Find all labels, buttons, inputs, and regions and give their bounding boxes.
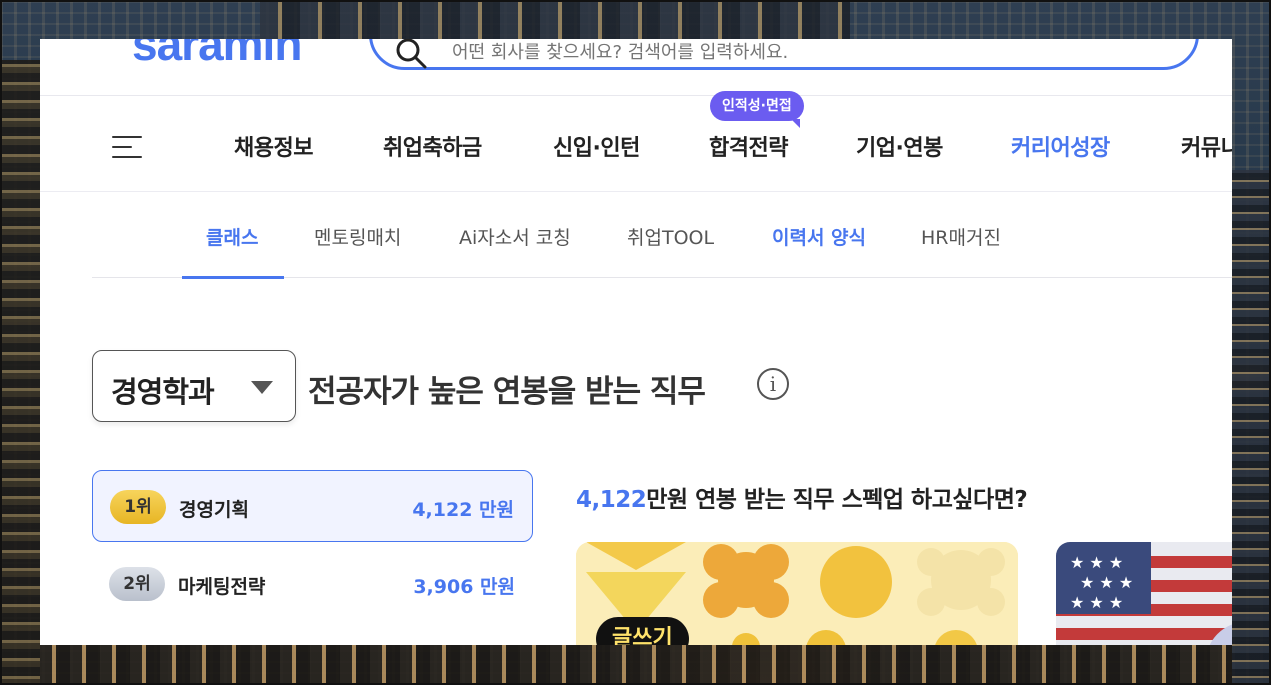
wallpaper-street-bottom xyxy=(40,645,1232,685)
wallpaper-building-top xyxy=(260,0,850,39)
chevron-down-icon xyxy=(251,381,273,394)
major-dropdown-value: 경영학과 xyxy=(111,375,215,409)
major-dropdown[interactable]: 경영학과 xyxy=(92,350,296,422)
us-flag-illustration: ★ ★ ★ ★ ★ ★ ★ ★ ★ xyxy=(1056,542,1232,645)
browser-viewport: saramin 채용정보 취업축하금 신입·인턴 합격전략 인적성·면접 기업·… xyxy=(40,39,1232,645)
gnb-strategy-badge: 인적성·면접 xyxy=(710,91,804,128)
class-card-writing[interactable]: 글쓰기 xyxy=(576,542,1018,645)
search-icon[interactable] xyxy=(394,39,428,70)
rank-row[interactable]: 1위 경영기획 4,122 만원 xyxy=(92,470,533,542)
gnb-item-company-salary[interactable]: 기업·연봉 xyxy=(856,130,943,162)
tab-tool[interactable]: 취업TOOL xyxy=(627,223,714,250)
hamburger-menu-icon[interactable] xyxy=(112,136,142,158)
gnb-item-career[interactable]: 커리어성장 xyxy=(1011,130,1110,162)
active-tab-underline xyxy=(182,276,284,279)
rank-badge: 1위 xyxy=(110,490,166,524)
gnb-item-community[interactable]: 커뮤니 xyxy=(1181,130,1232,162)
tab-ai-coaching[interactable]: Ai자소서 코칭 xyxy=(459,223,571,250)
sub-nav: 클래스 멘토링매치 Ai자소서 코칭 취업TOOL 이력서 양식 HR매거진 xyxy=(92,193,1232,279)
rank-salary: 4,122 만원 xyxy=(412,499,514,521)
svg-text:★ ★ ★: ★ ★ ★ xyxy=(1070,553,1123,572)
gnb-item-intern[interactable]: 신입·인턴 xyxy=(553,130,640,162)
svg-text:★ ★ ★: ★ ★ ★ xyxy=(1070,593,1123,612)
tab-hr-magazine[interactable]: HR매거진 xyxy=(921,223,1001,250)
site-header: saramin xyxy=(40,39,1232,96)
promo-salary-highlight: 4,122 xyxy=(576,487,647,513)
rank-job-name: 경영기획 xyxy=(179,499,249,521)
rank-badge: 2위 xyxy=(109,567,165,601)
rank-job-name: 마케팅전략 xyxy=(178,576,266,598)
info-icon[interactable]: i xyxy=(757,368,789,400)
rank-salary: 3,906 만원 xyxy=(413,576,515,598)
gnb-item-bonus[interactable]: 취업축하금 xyxy=(383,130,482,162)
rank-row[interactable]: 2위 마케팅전략 3,906 만원 xyxy=(92,548,533,620)
search-input[interactable] xyxy=(452,42,1052,63)
tab-class[interactable]: 클래스 xyxy=(206,223,258,250)
svg-text:★ ★ ★: ★ ★ ★ xyxy=(1080,573,1133,592)
global-nav: 채용정보 취업축하금 신입·인턴 합격전략 인적성·면접 기업·연봉 커리어성장… xyxy=(40,91,1232,192)
gnb-item-strategy[interactable]: 합격전략 xyxy=(709,130,788,162)
wallpaper-building-right xyxy=(1232,170,1271,685)
class-card-usa[interactable]: ★ ★ ★ ★ ★ ★ ★ ★ ★ xyxy=(1056,542,1232,645)
section-title: 전공자가 높은 연봉을 받는 직무 xyxy=(308,374,706,410)
tab-resume-template[interactable]: 이력서 양식 xyxy=(772,223,866,250)
tab-mentoring[interactable]: 멘토링매치 xyxy=(314,223,401,250)
promo-title-text: 만원 연봉 받는 직무 스펙업 하고싶다면? xyxy=(646,487,1028,513)
saramin-logo[interactable]: saramin xyxy=(132,39,302,71)
search-box[interactable] xyxy=(369,39,1199,70)
card-category-tag: 글쓰기 xyxy=(596,617,689,645)
gnb-item-jobs[interactable]: 채용정보 xyxy=(234,130,313,162)
wallpaper-building-left xyxy=(0,60,40,685)
promo-title: 4,122만원 연봉 받는 직무 스펙업 하고싶다면? xyxy=(576,480,1028,514)
